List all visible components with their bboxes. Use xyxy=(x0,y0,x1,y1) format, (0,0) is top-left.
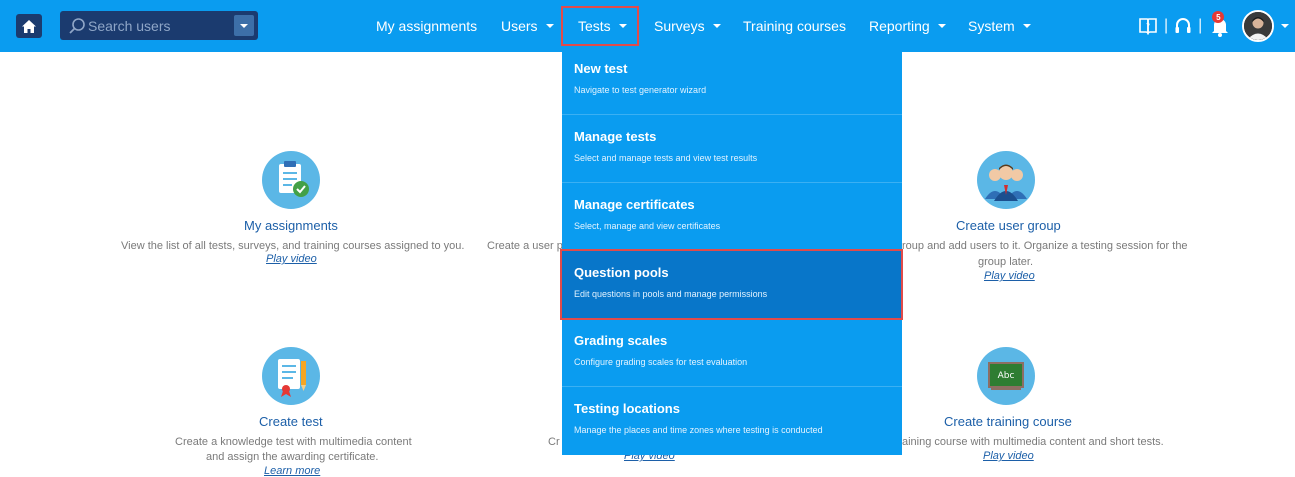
nav-training-courses[interactable]: Training courses xyxy=(743,0,846,52)
chevron-down-icon xyxy=(545,24,554,28)
nav-users-label: Users xyxy=(501,18,538,34)
svg-text:?: ? xyxy=(1146,22,1150,31)
assignments-icon xyxy=(262,151,320,209)
user-photo-icon xyxy=(1244,12,1272,40)
card-description-line-2: group later. xyxy=(978,256,1034,268)
card-description-line-1: roup and add users to it. Organize a tes… xyxy=(902,240,1188,252)
play-video-link[interactable]: Play video xyxy=(983,450,1034,462)
board-text: Abc xyxy=(998,371,1015,381)
notifications-button[interactable]: 5 xyxy=(1208,11,1232,38)
chevron-down-icon xyxy=(937,24,946,28)
chevron-down-icon[interactable] xyxy=(1281,24,1289,28)
nav-system-label: System xyxy=(968,18,1015,34)
card-description-line-2: and assign the awarding certificate. xyxy=(206,451,379,463)
play-video-link[interactable]: Play video xyxy=(266,253,317,265)
menu-item-description: Manage the places and time zones where t… xyxy=(574,425,823,435)
play-video-link[interactable]: Play video xyxy=(984,270,1035,282)
app-root: My assignments Users Tests Surveys Train… xyxy=(0,0,1295,477)
search-box xyxy=(60,11,258,40)
menu-item-grading-scales[interactable]: Grading scales Configure grading scales … xyxy=(562,319,902,387)
home-button[interactable] xyxy=(16,14,42,38)
card-description-line-1: Create a knowledge test with multimedia … xyxy=(175,436,412,448)
question-pools-highlight-box xyxy=(560,249,903,320)
menu-item-new-test[interactable]: New test Navigate to test generator wiza… xyxy=(562,47,902,115)
separator: | xyxy=(1164,17,1169,34)
menu-item-testing-locations[interactable]: Testing locations Manage the places and … xyxy=(562,387,902,455)
menu-item-title: Grading scales xyxy=(574,333,668,348)
menu-item-title: Testing locations xyxy=(574,401,680,416)
menu-item-manage-tests[interactable]: Manage tests Select and manage tests and… xyxy=(562,115,902,183)
menu-item-description: Select, manage and view certificates xyxy=(574,221,721,231)
chevron-down-icon xyxy=(712,24,721,28)
menu-item-description: Configure grading scales for test evalua… xyxy=(574,357,748,367)
nav-surveys-label: Surveys xyxy=(654,18,705,34)
menu-item-title: New test xyxy=(574,61,628,76)
nav-surveys[interactable]: Surveys xyxy=(654,0,721,52)
help-book-button[interactable]: ? xyxy=(1138,17,1158,35)
menu-item-title: Manage certificates xyxy=(574,197,695,212)
create-test-icon xyxy=(262,347,320,405)
top-navigation-bar: My assignments Users Tests Surveys Train… xyxy=(0,0,1295,52)
help-book-icon: ? xyxy=(1139,18,1157,35)
search-filter-dropdown[interactable] xyxy=(234,15,254,36)
nav-reporting-label: Reporting xyxy=(869,18,930,34)
support-button[interactable] xyxy=(1174,17,1192,35)
menu-item-title: Manage tests xyxy=(574,129,657,144)
chevron-down-icon xyxy=(1022,24,1031,28)
tests-highlight-box xyxy=(561,6,639,46)
home-icon xyxy=(22,19,36,33)
menu-item-description: Navigate to test generator wizard xyxy=(574,85,707,95)
menu-item-manage-certificates[interactable]: Manage certificates Select, manage and v… xyxy=(562,183,902,251)
separator: | xyxy=(1198,17,1203,34)
card-title: Create test xyxy=(259,414,323,429)
card-description: View the list of all tests, surveys, and… xyxy=(121,240,465,252)
card-title: Create training course xyxy=(944,414,1072,429)
user-avatar[interactable] xyxy=(1242,10,1274,42)
search-input[interactable] xyxy=(88,11,226,40)
nav-training-courses-label: Training courses xyxy=(743,18,846,34)
card-description: aining course with multimedia content an… xyxy=(902,436,1164,448)
learn-more-link[interactable]: Learn more xyxy=(264,465,320,477)
chalkboard-icon: Abc xyxy=(977,347,1035,405)
menu-item-description: Select and manage tests and view test re… xyxy=(574,153,758,163)
card-title: Create user group xyxy=(956,218,1061,233)
search-icon xyxy=(69,18,85,34)
user-group-icon xyxy=(977,151,1035,209)
chevron-down-icon xyxy=(240,23,248,28)
nav-users[interactable]: Users xyxy=(501,0,554,52)
nav-system[interactable]: System xyxy=(968,0,1031,52)
nav-reporting[interactable]: Reporting xyxy=(869,0,946,52)
card-description: Cr xyxy=(548,436,560,448)
card-description: Create a user p xyxy=(487,240,563,252)
headset-icon xyxy=(1175,18,1191,33)
nav-my-assignments-label: My assignments xyxy=(376,18,478,34)
nav-my-assignments[interactable]: My assignments xyxy=(376,0,477,52)
header-tools: ? | | 5 xyxy=(1138,0,1232,52)
card-title: My assignments xyxy=(244,218,338,233)
